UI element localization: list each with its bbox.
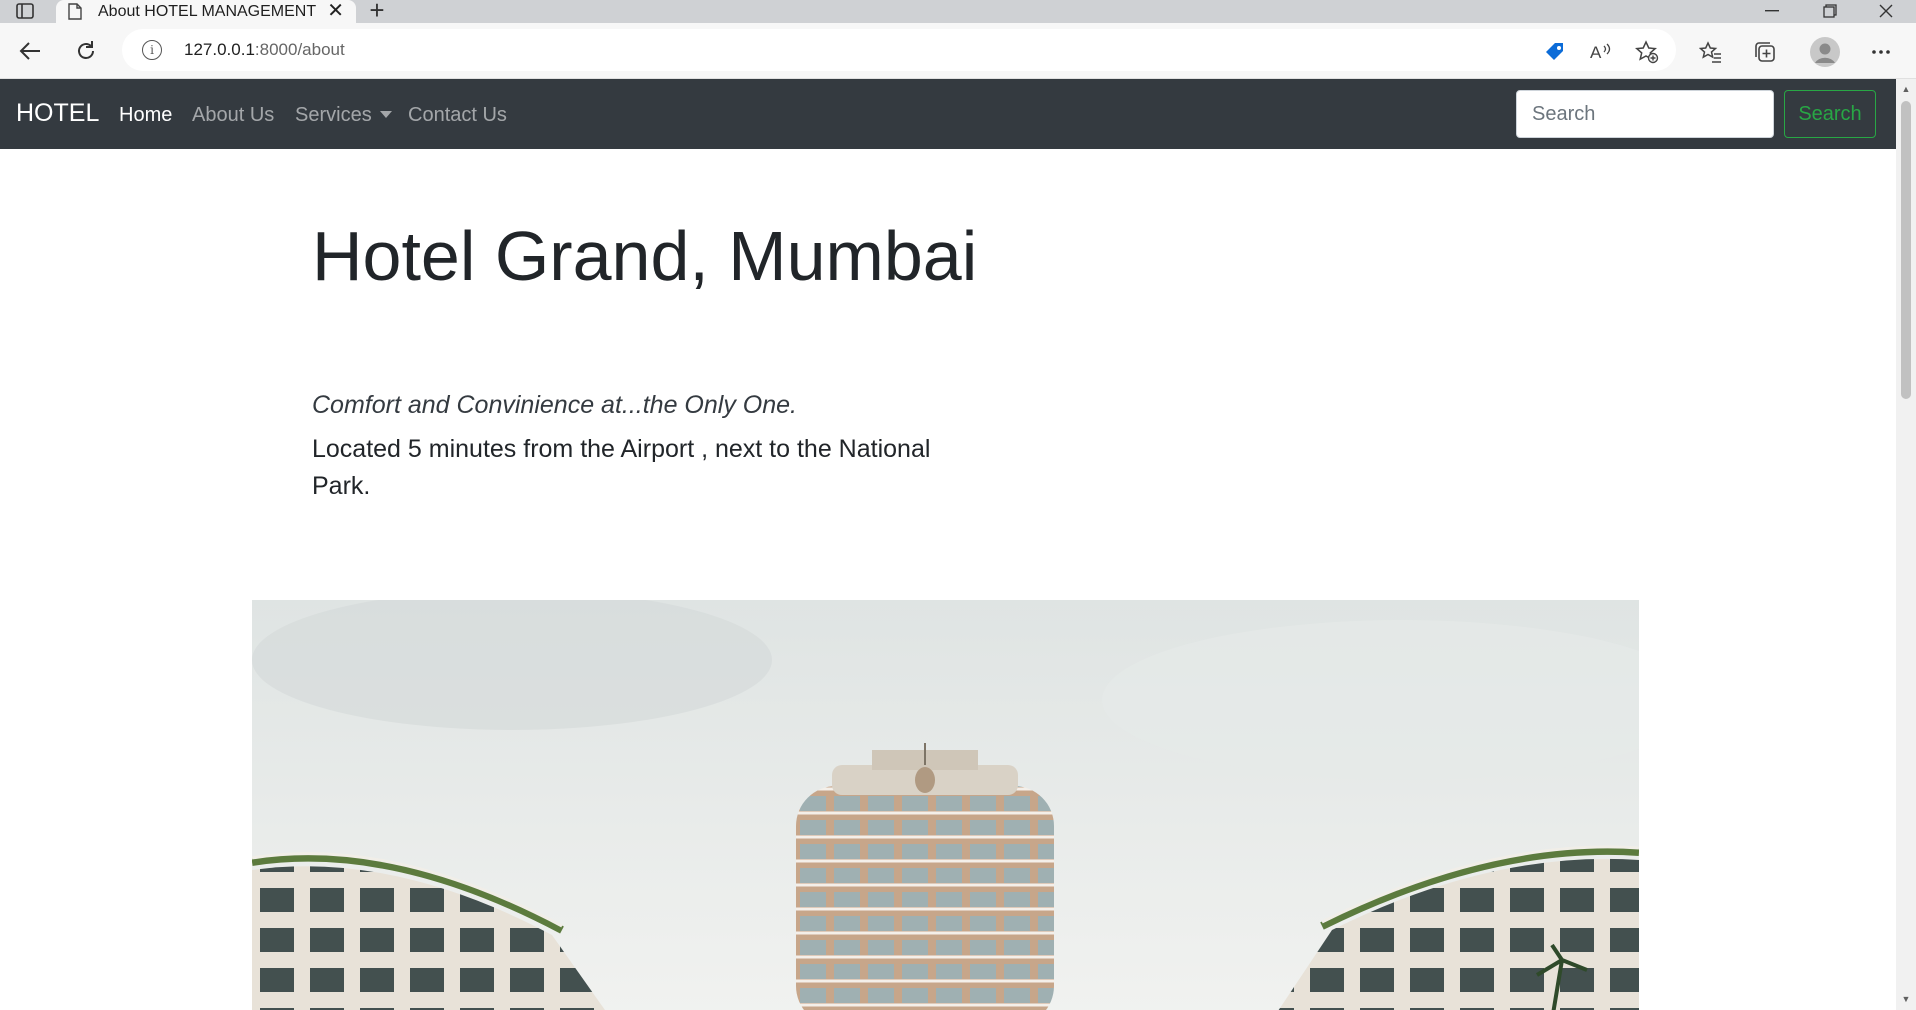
nav-link-services[interactable]: Services (295, 104, 392, 127)
nav-link-services-label: Services (295, 104, 372, 126)
page-title: Hotel Grand, Mumbai (312, 217, 978, 295)
scroll-down-icon[interactable]: ▼ (1900, 993, 1912, 1005)
more-options-icon[interactable] (1868, 39, 1894, 65)
hotel-photo (252, 600, 1639, 1010)
collections-icon[interactable] (1752, 39, 1778, 65)
dropdown-caret-icon (379, 110, 392, 118)
nav-link-contact[interactable]: Contact Us (408, 104, 507, 127)
read-aloud-icon[interactable]: A (1588, 39, 1614, 65)
page-scrollbar[interactable]: ▲ ▼ (1896, 79, 1916, 1010)
refresh-icon[interactable] (72, 37, 100, 65)
url-text: 127.0.0.1:8000/about (184, 40, 345, 59)
site-navbar: HOTEL Home About Us Services Contact Us … (0, 79, 1896, 149)
nav-link-about[interactable]: About Us (192, 104, 274, 127)
favorites-icon[interactable] (1698, 39, 1724, 65)
close-tab-icon[interactable]: ✕ (327, 1, 344, 21)
page-icon (68, 3, 82, 20)
shopping-tag-icon[interactable] (1542, 39, 1568, 65)
minimize-icon[interactable] (1752, 0, 1792, 22)
hero-description: Located 5 minutes from the Airport , nex… (312, 435, 931, 500)
navbar-brand[interactable]: HOTEL (16, 99, 99, 128)
svg-text:A: A (1590, 43, 1602, 62)
back-icon[interactable] (16, 37, 44, 65)
tab-strip: About HOTEL MANAGEMENT WE ✕ + (0, 0, 1916, 23)
profile-avatar-icon[interactable] (1810, 37, 1840, 67)
nav-link-home[interactable]: Home (119, 104, 172, 127)
browser-window: About HOTEL MANAGEMENT WE ✕ + i 127.0.0.… (0, 0, 1916, 1010)
browser-toolbar: i 127.0.0.1:8000/about A (0, 23, 1916, 79)
tab-actions-icon[interactable] (14, 2, 36, 20)
address-bar[interactable]: i 127.0.0.1:8000/about (122, 29, 1676, 71)
restore-icon[interactable] (1810, 0, 1850, 22)
active-tab[interactable]: About HOTEL MANAGEMENT WE ✕ (56, 0, 356, 23)
scroll-up-icon[interactable]: ▲ (1900, 83, 1912, 95)
page-viewport: HOTEL Home About Us Services Contact Us … (0, 79, 1896, 1010)
site-info-icon[interactable]: i (142, 40, 162, 60)
close-window-icon[interactable] (1866, 0, 1906, 22)
search-button[interactable]: Search (1784, 90, 1876, 138)
scrollbar-thumb[interactable] (1901, 101, 1911, 399)
new-tab-icon[interactable]: + (364, 0, 390, 23)
add-favorite-icon[interactable] (1634, 39, 1660, 65)
search-input[interactable] (1516, 90, 1774, 138)
tab-title: About HOTEL MANAGEMENT WE (98, 2, 320, 20)
hero-tagline: Comfort and Convinience at...the Only On… (312, 391, 797, 419)
